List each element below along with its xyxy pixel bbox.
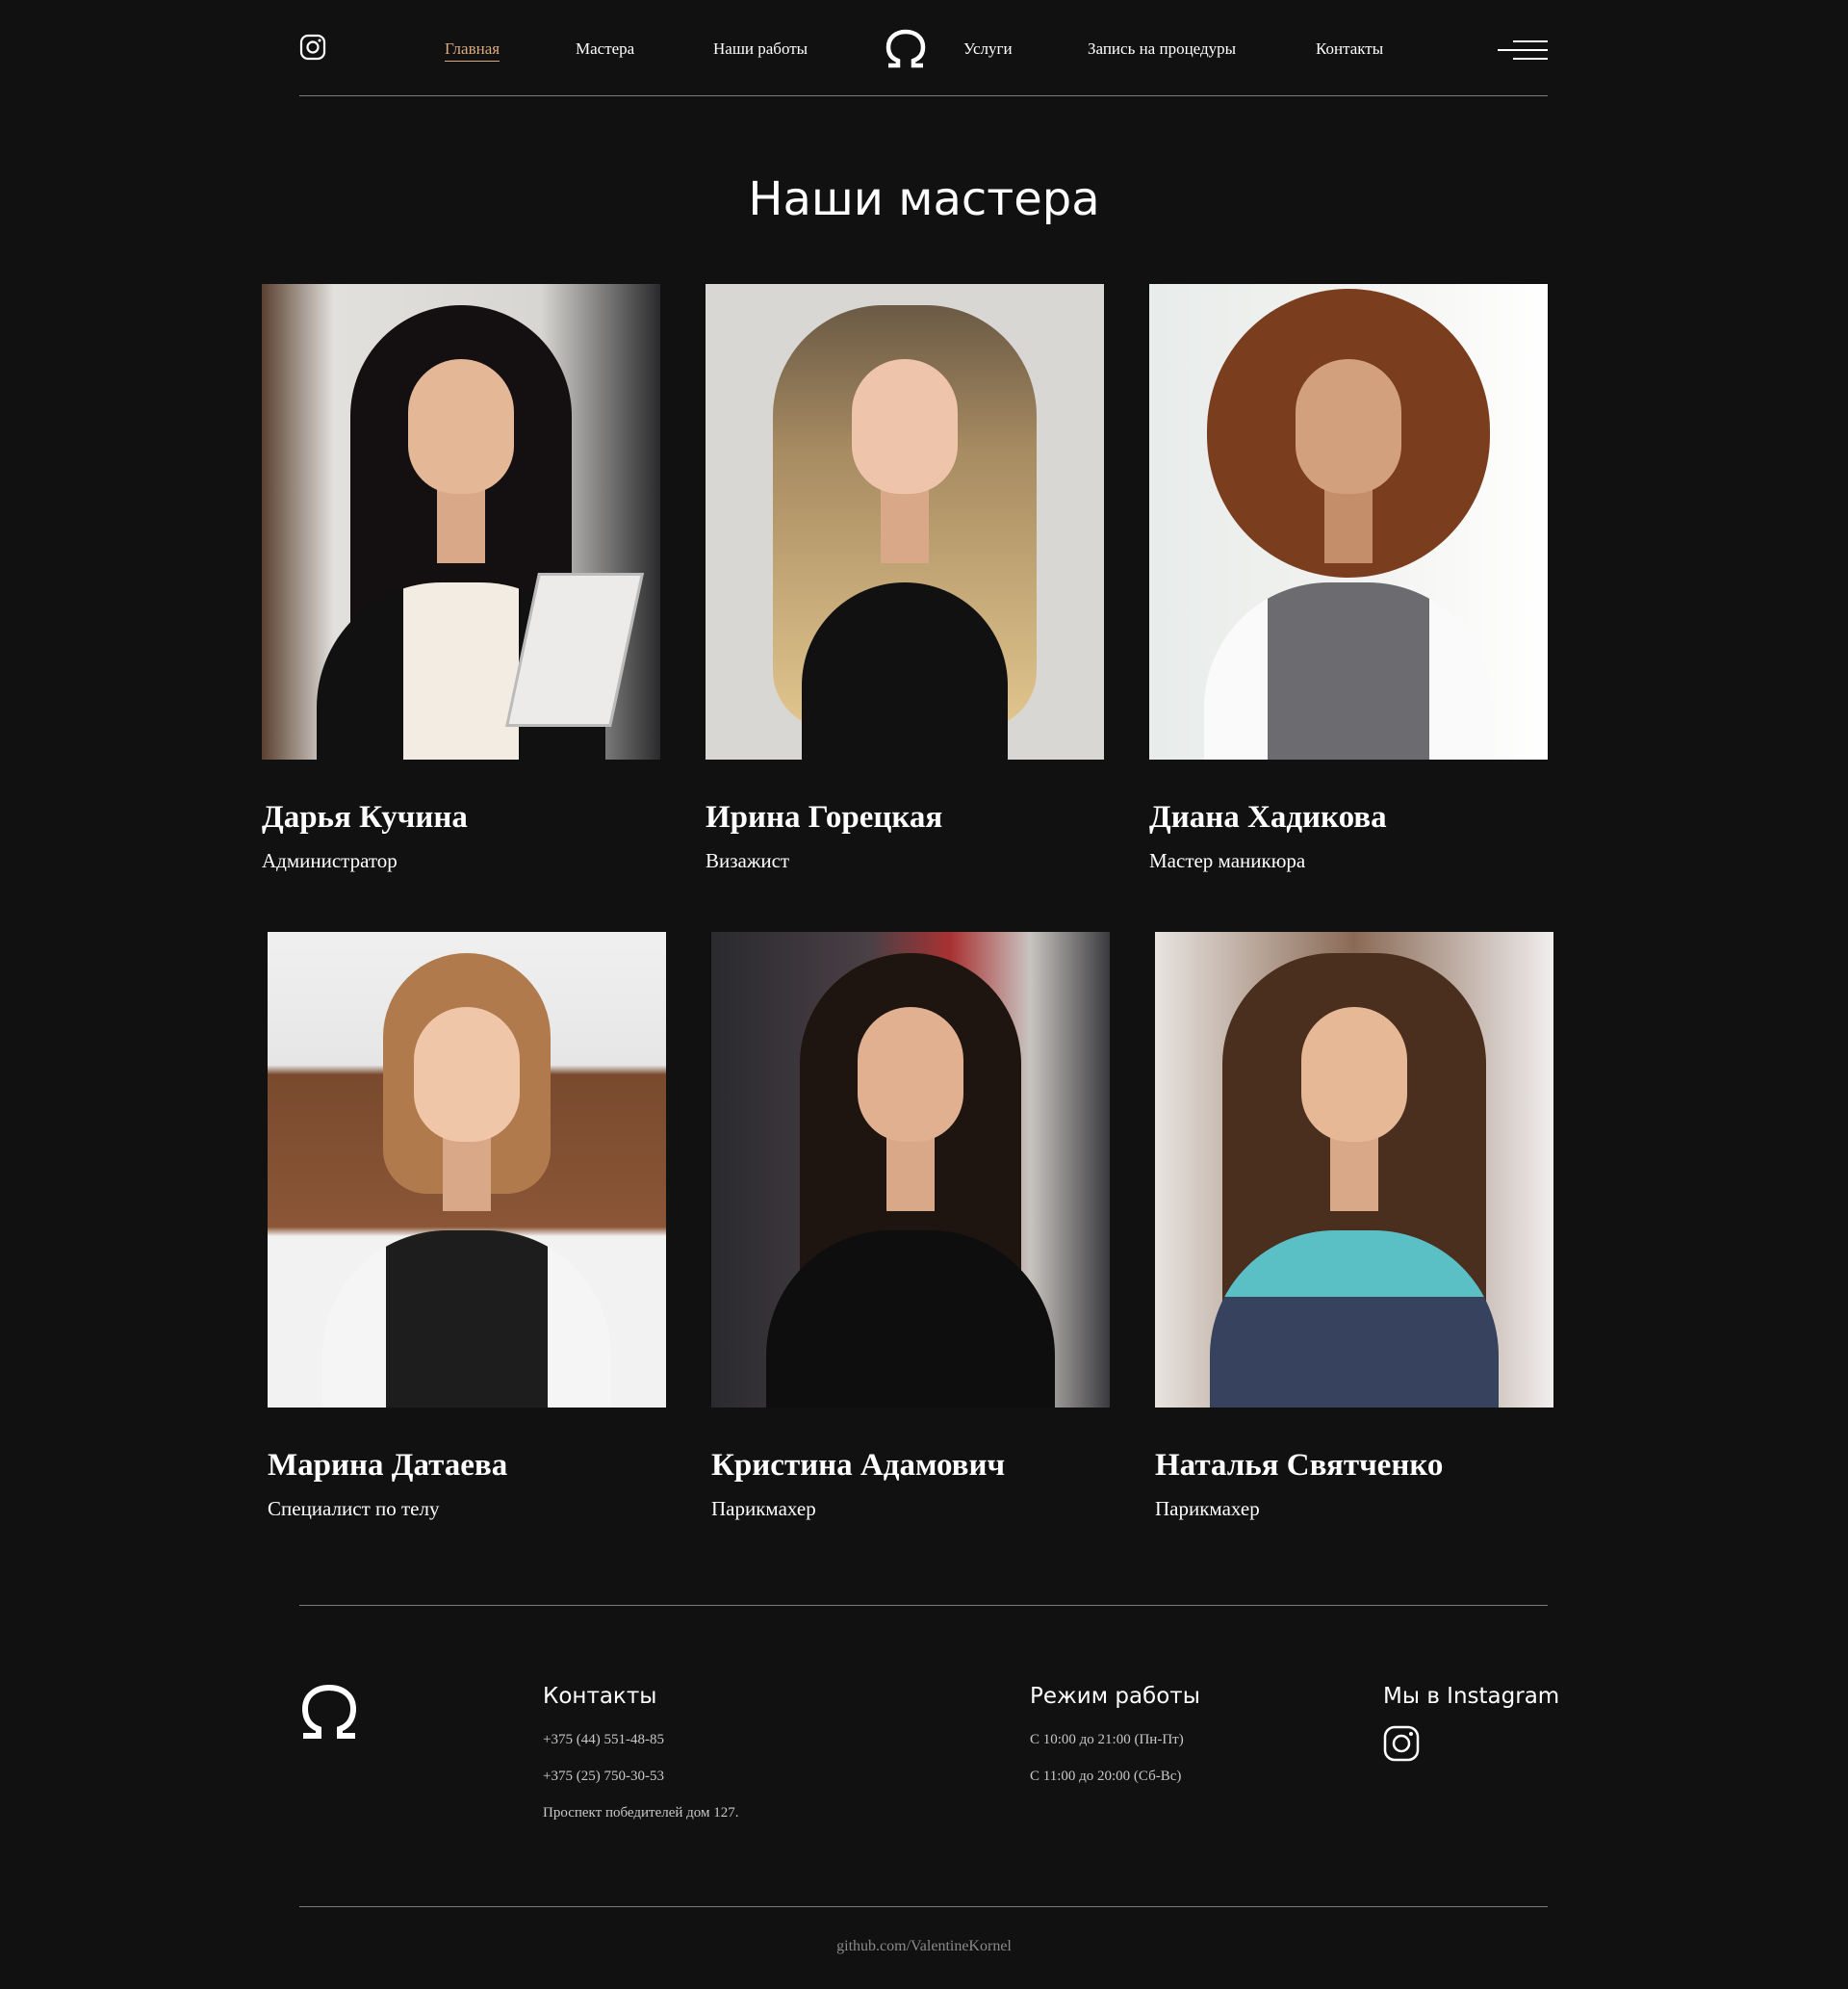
master-name: Диана Хадикова	[1149, 800, 1387, 835]
master-role: Мастер маникюра	[1149, 849, 1306, 872]
master-role: Парикмахер	[711, 1497, 816, 1520]
master-photo	[268, 932, 666, 1408]
master-photo	[262, 284, 660, 760]
master-role: Специалист по телу	[268, 1497, 440, 1520]
master-role: Администратор	[262, 849, 398, 872]
nav-link-home[interactable]: Главная	[445, 39, 500, 62]
master-card: Ирина Горецкая Визажист	[706, 284, 1104, 873]
master-photo	[1155, 932, 1553, 1408]
footer-instagram-title: Мы в Instagram	[1383, 1684, 1560, 1709]
footer-hours-weekdays: С 10:00 до 21:00 (Пн-Пт)	[1030, 1732, 1184, 1747]
nav-link-works[interactable]: Наши работы	[713, 39, 808, 60]
footer-phone-1[interactable]: +375 (44) 551-48-85	[543, 1731, 739, 1749]
master-name: Марина Датаева	[268, 1448, 508, 1483]
master-card: Диана Хадикова Мастер маникюра	[1149, 284, 1548, 873]
page-title: Наши мастера	[748, 172, 1100, 226]
site-header: Главная Мастера Наши работы Услуги Запис…	[299, 0, 1548, 96]
footer-divider-bottom	[299, 1906, 1548, 1907]
footer-divider-top	[299, 1605, 1548, 1606]
nav-link-services[interactable]: Услуги	[963, 39, 1013, 60]
omega-logo[interactable]	[885, 29, 927, 69]
footer-hours-title: Режим работы	[1030, 1684, 1200, 1709]
nav-link-masters[interactable]: Мастера	[576, 39, 634, 60]
copyright-link[interactable]: github.com/ValentineKornel	[0, 1938, 1848, 1955]
master-name: Кристина Адамович	[711, 1448, 1006, 1483]
master-card: Кристина Адамович Парикмахер	[711, 932, 1110, 1521]
footer-phone-2[interactable]: +375 (25) 750-30-53	[543, 1768, 739, 1786]
footer-address: Проспект победителей дом 127.	[543, 1805, 739, 1821]
master-name: Ирина Горецкая	[706, 800, 943, 835]
master-role: Парикмахер	[1155, 1497, 1260, 1520]
footer-instagram: Мы в Instagram	[1383, 1682, 1559, 1762]
master-photo	[1149, 284, 1548, 760]
footer-contacts: Контакты +375 (44) 551-48-85 +375 (25) 7…	[543, 1682, 739, 1822]
instagram-icon[interactable]	[1383, 1725, 1420, 1762]
nav-link-booking[interactable]: Запись на процедуры	[1088, 39, 1236, 60]
master-name: Наталья Святченко	[1155, 1448, 1444, 1483]
hamburger-menu-icon[interactable]	[1498, 39, 1548, 62]
nav-link-contacts[interactable]: Контакты	[1316, 39, 1383, 60]
master-photo	[706, 284, 1104, 760]
omega-logo-footer[interactable]	[299, 1683, 359, 1741]
footer-hours-weekend: С 11:00 до 20:00 (Сб-Вс)	[1030, 1769, 1182, 1784]
instagram-icon[interactable]	[299, 34, 326, 61]
master-name: Дарья Кучина	[262, 800, 468, 835]
master-card: Наталья Святченко Парикмахер	[1155, 932, 1553, 1521]
master-card: Дарья Кучина Администратор	[262, 284, 660, 873]
master-photo	[711, 932, 1110, 1408]
master-card: Марина Датаева Специалист по телу	[268, 932, 666, 1521]
footer-hours: Режим работы С 10:00 до 21:00 (Пн-Пт) С …	[1030, 1682, 1200, 1786]
footer-contacts-title: Контакты	[543, 1684, 657, 1709]
master-role: Визажист	[706, 849, 790, 872]
